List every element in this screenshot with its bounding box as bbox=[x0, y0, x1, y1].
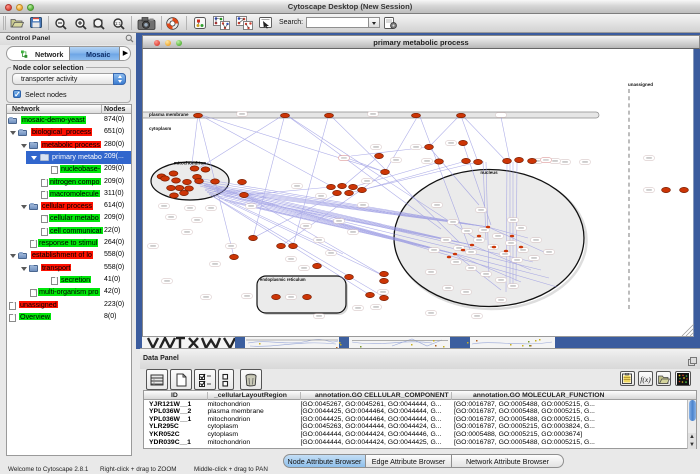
svg-text:endoplasmic reticulum: endoplasmic reticulum bbox=[260, 277, 306, 282]
svg-text:f(x): f(x) bbox=[640, 375, 651, 384]
svg-text:nucleus: nucleus bbox=[480, 170, 498, 175]
svg-text:cytoplasm: cytoplasm bbox=[149, 126, 171, 131]
svg-text:mitochondrion: mitochondrion bbox=[174, 161, 206, 166]
svg-text:unassigned: unassigned bbox=[628, 82, 653, 87]
svg-text:plasma membrane: plasma membrane bbox=[149, 112, 189, 117]
svg-text:1:1: 1:1 bbox=[115, 21, 122, 26]
